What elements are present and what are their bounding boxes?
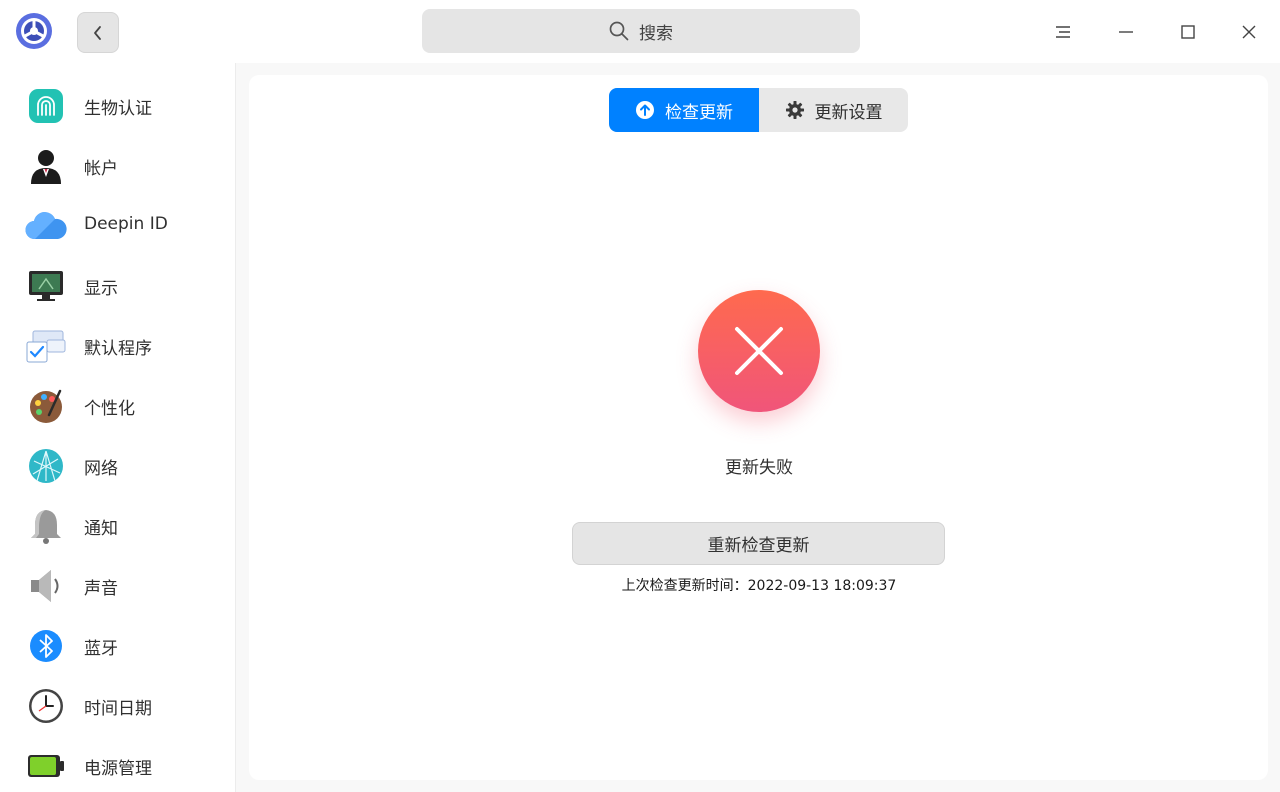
default-apps-icon <box>25 326 67 366</box>
sidebar-item-sound[interactable]: 声音 <box>0 560 236 612</box>
speaker-icon <box>25 566 67 606</box>
sidebar-item-personalization[interactable]: 个性化 <box>0 380 236 432</box>
last-check-time: 上次检查更新时间：2022-09-13 18:09:37 <box>621 578 897 594</box>
search-icon <box>609 21 629 41</box>
tab-update-settings[interactable]: 更新设置 <box>759 88 908 132</box>
search-placeholder: 搜索 <box>639 23 673 44</box>
sidebar-item-label: 网络 <box>84 459 118 479</box>
sidebar-item-label: 默认程序 <box>84 339 152 359</box>
sidebar-item-label: 时间日期 <box>84 699 152 719</box>
maximize-button[interactable] <box>1168 12 1208 52</box>
search-input[interactable]: 搜索 <box>422 9 860 53</box>
update-status-text: 更新失败 <box>725 458 793 478</box>
maximize-icon <box>1181 25 1195 39</box>
sidebar-item-label: 显示 <box>84 279 118 299</box>
menu-button[interactable] <box>1043 12 1083 52</box>
upload-circle-icon <box>636 101 654 119</box>
app-logo-icon <box>14 11 54 51</box>
fingerprint-icon <box>25 86 67 126</box>
battery-icon <box>25 746 67 786</box>
sidebar: 生物认证 帐户 Deepin ID 显示 默认程序 个性化 网络 通知 声音 蓝… <box>0 63 236 792</box>
retry-check-button[interactable]: 重新检查更新 <box>572 522 945 565</box>
account-icon <box>25 146 67 186</box>
palette-icon <box>25 386 67 426</box>
sidebar-item-date-time[interactable]: 时间日期 <box>0 680 236 732</box>
sidebar-item-default-apps[interactable]: 默认程序 <box>0 320 236 372</box>
sidebar-item-accounts[interactable]: 帐户 <box>0 140 236 192</box>
cloud-icon <box>25 206 67 246</box>
tab-label: 检查更新 <box>665 102 733 123</box>
close-button[interactable] <box>1229 12 1269 52</box>
sidebar-item-deepin-id[interactable]: Deepin ID <box>0 200 236 252</box>
sidebar-item-bluetooth[interactable]: 蓝牙 <box>0 620 236 672</box>
back-button[interactable] <box>77 12 119 53</box>
network-icon <box>25 446 67 486</box>
sidebar-item-network[interactable]: 网络 <box>0 440 236 492</box>
tab-check-updates[interactable]: 检查更新 <box>609 88 759 132</box>
menu-icon <box>1056 26 1070 38</box>
sidebar-item-label: Deepin ID <box>84 214 168 234</box>
close-icon <box>1242 25 1256 39</box>
sidebar-item-label: 个性化 <box>84 399 135 419</box>
sidebar-item-notifications[interactable]: 通知 <box>0 500 236 552</box>
bluetooth-icon <box>25 626 67 666</box>
main-panel <box>249 75 1268 780</box>
sidebar-item-label: 电源管理 <box>84 759 152 779</box>
minimize-icon <box>1119 31 1133 33</box>
update-failed-icon <box>698 290 820 412</box>
back-arrow-icon <box>94 25 101 40</box>
sidebar-item-label: 帐户 <box>84 159 118 179</box>
clock-icon <box>25 686 67 726</box>
sidebar-item-label: 生物认证 <box>84 99 152 119</box>
sidebar-item-label: 声音 <box>84 579 118 599</box>
bell-icon <box>25 506 67 546</box>
gear-icon <box>785 101 804 119</box>
sidebar-item-display[interactable]: 显示 <box>0 260 236 312</box>
sidebar-item-biometric[interactable]: 生物认证 <box>0 80 236 132</box>
title-bar: 搜索 <box>0 0 1280 63</box>
sidebar-item-label: 蓝牙 <box>84 639 118 659</box>
minimize-button[interactable] <box>1106 12 1146 52</box>
sidebar-item-label: 通知 <box>84 519 118 539</box>
monitor-icon <box>25 266 67 306</box>
sidebar-item-power[interactable]: 电源管理 <box>0 740 236 792</box>
update-tabs: 检查更新 更新设置 <box>609 88 908 132</box>
tab-label: 更新设置 <box>814 102 883 123</box>
